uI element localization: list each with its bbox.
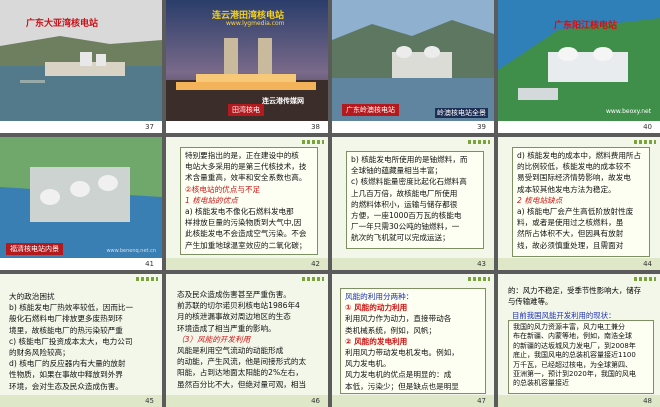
slide-number: 48 bbox=[498, 395, 660, 407]
list-item-heading: ① 风能的动力利用 bbox=[345, 303, 408, 313]
slide-intro: 的：风力不稳定，受季节性影响大，储存 与传输难等。 bbox=[508, 286, 642, 306]
slide-textbox: 态及民众造成伤害甚至严重伤害。 前苏联的切尔诺贝利核电站1986年4 月的核泄漏… bbox=[172, 286, 324, 394]
slide-number: 46 bbox=[166, 395, 328, 407]
slide-thumbnail[interactable]: 连云港田湾核电站 www.lygmedia.com 连云港传媒网 田湾核电 38 bbox=[166, 0, 328, 133]
slide-thumbnail[interactable]: b) 核能发电所使用的是铀燃料，而 全球铀的蕴藏量相当丰富； c) 核燃料能量密… bbox=[332, 137, 494, 270]
slide-number: 39 bbox=[332, 121, 494, 133]
slide-thumbnail[interactable]: 大的政治困扰 b) 核能发电厂热效率较低，因而比一 般化石燃料电厂排放更多废热到… bbox=[0, 274, 162, 407]
list-item-heading: ② 风能的发电利用 bbox=[345, 336, 408, 346]
site-url: www.lygmedia.com bbox=[226, 20, 285, 27]
slide-textbox: b) 核能发电所使用的是铀燃料，而 全球铀的蕴藏量相当丰富； c) 核燃料能量密… bbox=[346, 151, 484, 249]
slide-caption: 广东岭澳核电站 bbox=[342, 104, 399, 116]
slide-textbox: 大的政治困扰 b) 核能发电厂热效率较低，因而比一 般化石燃料电厂排放更多废热到… bbox=[9, 292, 134, 391]
slide-thumbnail[interactable]: 广东阳江核电站 www.beoxy.net 40 bbox=[498, 0, 660, 133]
slide-number: 38 bbox=[166, 121, 328, 133]
slide-number: 43 bbox=[332, 258, 494, 270]
slide-number: 41 bbox=[0, 258, 162, 270]
slide-caption: 福清核电站内景 bbox=[6, 243, 63, 255]
slide-number: 42 bbox=[166, 258, 328, 270]
slide-thumbnail[interactable]: 广东大亚湾核电站 37 bbox=[0, 0, 162, 133]
slide-thumbnail[interactable]: 的：风力不稳定，受季节性影响大，储存 与传输难等。 目前我国风能开发利用的现状：… bbox=[498, 274, 660, 407]
slide-textbox: 特别要指出的是，正在建设中的核 电站大多采用的是第三代核技术，技 术含量重高，效… bbox=[180, 147, 318, 255]
section-heading: （3）风能的开发利用 bbox=[177, 334, 251, 344]
slide-thumbnail[interactable]: 态及民众造成伤害甚至严重伤害。 前苏联的切尔诺贝利核电站1986年4 月的核泄漏… bbox=[166, 274, 328, 407]
slide-number: 40 bbox=[498, 121, 660, 133]
subsection-heading: 1 核电站的优点 bbox=[185, 195, 238, 205]
subsection-heading: 2 核电站缺点 bbox=[517, 195, 563, 205]
watermark-badge: 连云港传媒网 bbox=[262, 97, 304, 105]
watermark-url: www.beoxy.net bbox=[606, 108, 652, 115]
slide-textbox: d) 核能发电的成本中，燃料费用所占 的比例较低，核能发电的成本较不 易受到国际… bbox=[512, 147, 650, 257]
nuclear-plant-aerial-photo: 福清核电站内景 www.benenq.net.cn bbox=[0, 137, 162, 258]
slide-number: 45 bbox=[0, 395, 162, 407]
slide-textbox: 风能的利用分两种： ① 风能的动力利用 利用风力作为动力，直接带动各 类机械系统… bbox=[340, 288, 486, 394]
slide-number: 47 bbox=[332, 395, 494, 407]
slide-thumbnail[interactable]: 福清核电站内景 www.benenq.net.cn 41 bbox=[0, 137, 162, 270]
section-heading: 风能的利用分两种： bbox=[345, 292, 414, 301]
slide-caption: 广东阳江核电站 bbox=[554, 21, 618, 31]
photo-subcaption: 岭澳核电站全景 bbox=[435, 108, 488, 118]
slide-thumbnail[interactable]: 特别要指出的是，正在建设中的核 电站大多采用的是第三代核技术，技 术含量重高，效… bbox=[166, 137, 328, 270]
slide-thumbnail[interactable]: 风能的利用分两种： ① 风能的动力利用 利用风力作为动力，直接带动各 类机械系统… bbox=[332, 274, 494, 407]
nuclear-plant-render-photo: 广东阳江核电站 www.beoxy.net bbox=[498, 0, 660, 121]
section-heading: ②核电站的优点与不足 bbox=[185, 184, 261, 194]
slide-number: 37 bbox=[0, 121, 162, 133]
slide-textbox: 我国的风力资源丰富，风力电工兼分 布在新疆、内蒙等地，例如，南浩全球 的新疆的达… bbox=[508, 320, 654, 394]
nuclear-plant-photo: 广东大亚湾核电站 bbox=[0, 0, 162, 121]
nuclear-plant-panorama-photo: 广东岭澳核电站 岭澳核电站全景 bbox=[332, 0, 494, 121]
site-label: 田湾核电 bbox=[228, 104, 264, 116]
watermark-url: www.benenq.net.cn bbox=[106, 248, 156, 254]
slide-thumbnail[interactable]: 广东岭澳核电站 岭澳核电站全景 39 bbox=[332, 0, 494, 133]
nuclear-plant-night-photo: 连云港田湾核电站 www.lygmedia.com 连云港传媒网 田湾核电 bbox=[166, 0, 328, 121]
slide-number: 44 bbox=[498, 258, 660, 270]
slide-thumbnail[interactable]: d) 核能发电的成本中，燃料费用所占 的比例较低，核能发电的成本较不 易受到国际… bbox=[498, 137, 660, 270]
slide-caption: 广东大亚湾核电站 bbox=[26, 19, 99, 29]
